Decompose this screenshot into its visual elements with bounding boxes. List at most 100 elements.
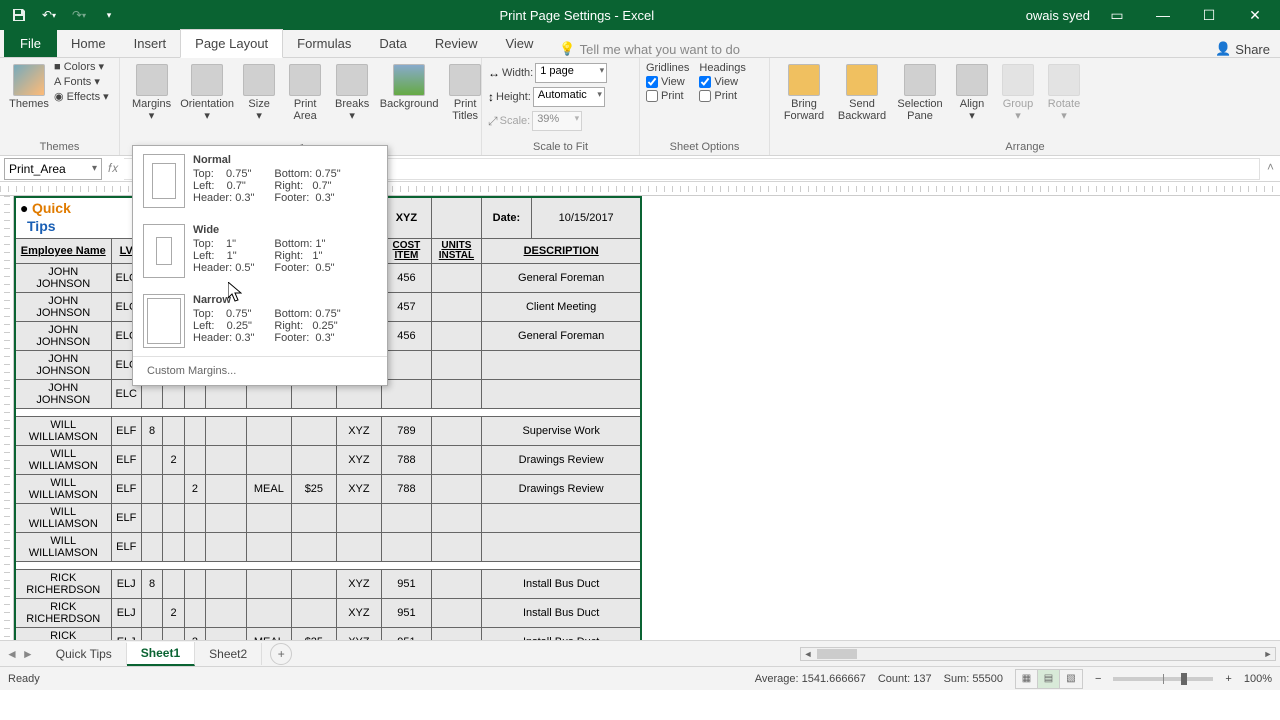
name-box[interactable]: Print_Area (4, 158, 102, 180)
margins-option-normal[interactable]: Normal Top: 0.75" Left: 0.7" Header: 0.3… (133, 146, 387, 216)
tab-data[interactable]: Data (365, 30, 420, 57)
new-sheet-button[interactable]: + (270, 643, 292, 665)
send-backward-button[interactable]: Send Backward (834, 60, 890, 126)
print-titles-button[interactable]: Print Titles (443, 60, 487, 126)
scale-icon: ⤢ (488, 114, 498, 129)
print-area-button[interactable]: Print Area (283, 60, 327, 126)
scroll-left-icon[interactable]: ◄ (801, 649, 815, 659)
sheet-tab-quick-tips[interactable]: Quick Tips (42, 643, 127, 665)
gridlines-print-checkbox[interactable]: Print (646, 90, 689, 102)
table-row[interactable]: RICK RICHERDSONELJ8XYZ951Install Bus Duc… (15, 570, 641, 599)
share-icon: 👤 (1215, 41, 1231, 57)
width-icon: ↔ (488, 66, 500, 80)
size-button[interactable]: Size▾ (237, 60, 281, 126)
window-title: Print Page Settings - Excel (128, 8, 1026, 23)
headings-view-checkbox[interactable]: View (699, 76, 745, 88)
margins-dropdown: Normal Top: 0.75" Left: 0.7" Header: 0.3… (132, 145, 388, 386)
margins-button[interactable]: Margins▾ (126, 60, 177, 126)
gridlines-view-checkbox[interactable]: View (646, 76, 689, 88)
tab-home[interactable]: Home (57, 30, 120, 57)
tab-view[interactable]: View (491, 30, 547, 57)
background-button[interactable]: Background (377, 60, 441, 114)
table-row[interactable]: WILL WILLIAMSONELF8XYZ789Supervise Work (15, 417, 641, 446)
selection-pane-button[interactable]: Selection Pane (892, 60, 948, 126)
sheet-tab-sheet2[interactable]: Sheet2 (195, 643, 262, 665)
colors-button[interactable]: ■ Colors ▾ (54, 60, 109, 73)
vertical-ruler (0, 196, 14, 640)
title-bar: ↶▾ ↷▾ ▾ Print Page Settings - Excel owai… (0, 0, 1280, 30)
close-icon[interactable]: ✕ (1236, 2, 1274, 28)
scroll-thumb[interactable] (817, 649, 857, 659)
save-icon[interactable] (6, 2, 32, 28)
fx-icon[interactable]: 𝑓𝑥 (108, 161, 118, 176)
orientation-button[interactable]: Orientation▾ (179, 60, 235, 126)
minimize-icon[interactable]: — (1144, 2, 1182, 28)
table-row[interactable]: WILL WILLIAMSONELF (15, 533, 641, 562)
status-bar: Ready Average: 1541.666667 Count: 137 Su… (0, 666, 1280, 690)
themes-button[interactable]: Themes (6, 60, 52, 114)
ribbon: Themes ■ Colors ▾ A Fonts ▾ ◉ Effects ▾ … (0, 58, 1280, 156)
table-row[interactable]: RICK RICHERDSONELJ2XYZ951Install Bus Duc… (15, 599, 641, 628)
tab-page-layout[interactable]: Page Layout (180, 29, 283, 58)
table-row[interactable]: WILL WILLIAMSONELF2MEAL$25XYZ788Drawings… (15, 475, 641, 504)
view-normal-icon[interactable]: ▦ (1016, 670, 1038, 688)
col-description: DESCRIPTION (481, 239, 641, 264)
lightbulb-icon: 💡 (559, 41, 575, 57)
maximize-icon[interactable]: ☐ (1190, 2, 1228, 28)
width-combo[interactable]: 1 page (535, 63, 607, 83)
bring-forward-button[interactable]: Bring Forward (776, 60, 832, 126)
effects-button[interactable]: ◉ Effects ▾ (54, 90, 109, 103)
height-combo[interactable]: Automatic (533, 87, 605, 107)
view-page-layout-icon[interactable]: ▤ (1038, 670, 1060, 688)
qat-customize-icon[interactable]: ▾ (96, 2, 122, 28)
height-icon: ↕ (488, 90, 494, 104)
share-button[interactable]: 👤Share (1215, 41, 1270, 57)
ribbon-tabs: File Home Insert Page Layout Formulas Da… (0, 30, 1280, 58)
view-page-break-icon[interactable]: ▧ (1060, 670, 1082, 688)
file-tab[interactable]: File (4, 30, 57, 57)
margins-option-wide[interactable]: Wide Top: 1" Left: 1" Header: 0.5" Botto… (133, 216, 387, 286)
date-value: 10/15/2017 (531, 197, 641, 239)
horizontal-scrollbar[interactable]: ◄ ► (800, 647, 1276, 661)
status-average: Average: 1541.666667 (755, 673, 866, 685)
headings-label: Headings (699, 62, 745, 74)
table-row[interactable]: WILL WILLIAMSONELF (15, 504, 641, 533)
collapse-ribbon-icon[interactable]: ˄ (1267, 160, 1274, 174)
rotate-button: Rotate▾ (1042, 60, 1086, 126)
zoom-slider[interactable] (1113, 677, 1213, 681)
sheet-tab-sheet1[interactable]: Sheet1 (127, 642, 195, 666)
col-employee: Employee Name (15, 239, 111, 264)
headings-print-checkbox[interactable]: Print (699, 90, 745, 102)
table-row[interactable]: WILL WILLIAMSONELF2XYZ788Drawings Review (15, 446, 641, 475)
tab-nav-prev[interactable]: ◄ (6, 647, 18, 661)
tab-formulas[interactable]: Formulas (283, 30, 365, 57)
gridlines-label: Gridlines (646, 62, 689, 74)
col-cost: COST ITEM (381, 239, 431, 264)
zoom-out-button[interactable]: − (1095, 673, 1101, 685)
redo-icon[interactable]: ↷▾ (66, 2, 92, 28)
table-row[interactable]: RICK RICHERDSONELJ2MEAL$25XYZ951Install … (15, 628, 641, 641)
ribbon-display-icon[interactable]: ▭ (1098, 2, 1136, 28)
tab-review[interactable]: Review (421, 30, 492, 57)
margins-option-narrow[interactable]: Narrow Top: 0.75" Left: 0.25" Header: 0.… (133, 286, 387, 356)
align-button[interactable]: Align▾ (950, 60, 994, 126)
tell-me[interactable]: 💡 Tell me what you want to do (547, 41, 740, 57)
margins-preview-icon (143, 224, 185, 278)
scroll-right-icon[interactable]: ► (1261, 649, 1275, 659)
undo-icon[interactable]: ↶▾ (36, 2, 62, 28)
account-name[interactable]: owais syed (1026, 8, 1090, 23)
col-units: UNITS INSTAL (431, 239, 481, 264)
zoom-in-button[interactable]: + (1225, 673, 1231, 685)
custom-margins-button[interactable]: Custom Margins... (133, 356, 387, 385)
sheet-tab-strip: ◄ ► Quick Tips Sheet1 Sheet2 + ◄ ► (0, 640, 1280, 666)
zoom-level[interactable]: 100% (1244, 673, 1272, 685)
margins-preview-icon (143, 154, 185, 208)
quick-tips-logo: ● Quick Tips (20, 200, 137, 236)
fonts-button[interactable]: A Fonts ▾ (54, 75, 109, 88)
breaks-button[interactable]: Breaks▾ (329, 60, 375, 126)
arrange-group-label: Arrange (776, 139, 1274, 155)
tab-insert[interactable]: Insert (120, 30, 181, 57)
margins-preview-icon (143, 294, 185, 348)
xyz-header: XYZ (381, 197, 431, 239)
tab-nav-next[interactable]: ► (22, 647, 34, 661)
